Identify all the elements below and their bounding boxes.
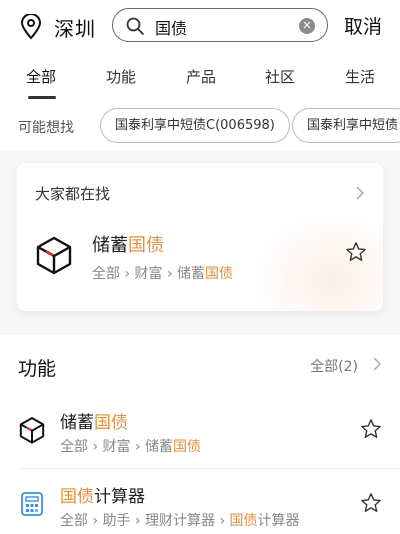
search-box[interactable]: 国债 ✕ [112, 8, 328, 42]
city-selector[interactable]: 深圳 [54, 13, 96, 42]
popular-item-path: 全部 › 财富 › 储蓄国债 [92, 266, 233, 282]
star-icon[interactable] [345, 241, 367, 263]
section-title: 功能 [18, 358, 57, 380]
clear-icon[interactable]: ✕ [299, 18, 315, 34]
tab-life[interactable]: 生活 [345, 66, 375, 87]
suggestion-label: 可能想找 [18, 120, 74, 136]
tab-all[interactable]: 全部 [26, 66, 56, 87]
tab-community[interactable]: 社区 [265, 66, 295, 87]
list-item[interactable]: 国债计算器 全部 › 助手 › 理财计算器 › 国债计算器 [0, 476, 400, 534]
search-icon [126, 17, 144, 35]
top-bar: 深圳 国债 ✕ 取消 [0, 0, 400, 52]
suggestion-chip[interactable]: 国泰利享中短债C(006598) [100, 108, 290, 143]
active-tab-indicator [28, 96, 56, 99]
tab-functions[interactable]: 功能 [106, 66, 136, 87]
view-all-link[interactable]: 全部(2) [310, 356, 358, 376]
location-pin-icon[interactable] [20, 14, 42, 40]
list-item-path: 全部 › 财富 › 储蓄国债 [60, 439, 201, 455]
popular-card[interactable]: 大家都在找 储蓄国债 全部 › 财富 › 储蓄国债 [17, 163, 383, 311]
suggestion-row: 可能想找 国泰利享中短债C(006598) 国泰利享中短债 [0, 108, 400, 144]
chevron-right-icon[interactable] [355, 185, 365, 201]
search-input[interactable]: 国债 [155, 15, 187, 39]
list-item-path: 全部 › 助手 › 理财计算器 › 国债计算器 [60, 513, 300, 529]
popular-heading: 大家都在找 [35, 185, 111, 203]
cancel-button[interactable]: 取消 [344, 12, 382, 39]
list-item-title: 国债计算器 [60, 487, 145, 507]
cube-icon [19, 417, 45, 444]
star-icon[interactable] [360, 418, 382, 440]
category-tabs: 全部 功能 产品 社区 生活 [0, 60, 400, 100]
calculator-icon [21, 492, 43, 516]
tab-products[interactable]: 产品 [186, 66, 216, 87]
popular-item-title[interactable]: 储蓄国债 [92, 231, 164, 257]
star-icon[interactable] [360, 492, 382, 514]
divider [18, 468, 400, 469]
chevron-right-icon[interactable] [372, 356, 382, 372]
list-item[interactable]: 储蓄国债 全部 › 财富 › 储蓄国债 [0, 402, 400, 468]
suggestion-chip[interactable]: 国泰利享中短债 [292, 108, 400, 143]
cube-icon [36, 236, 72, 275]
list-item-title: 储蓄国债 [60, 413, 128, 433]
